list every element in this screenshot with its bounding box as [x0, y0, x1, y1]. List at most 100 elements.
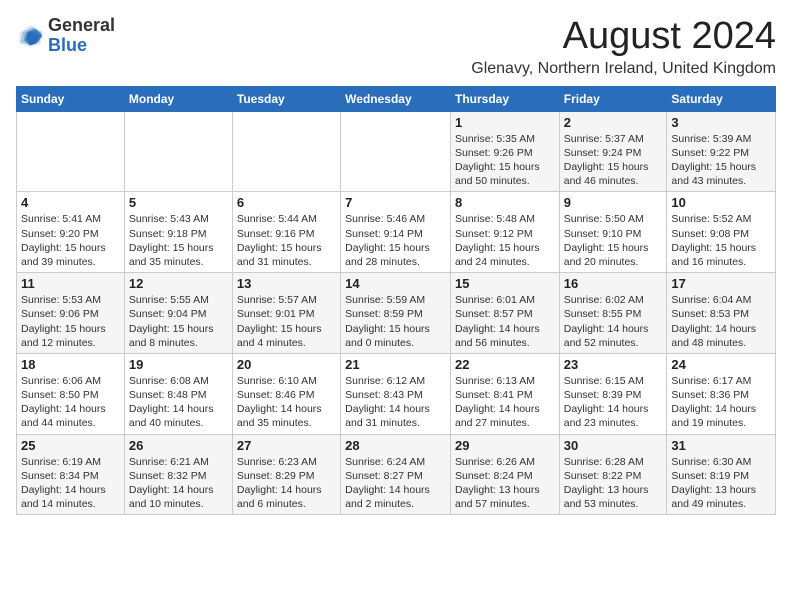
table-row: 20 Sunrise: 6:10 AM Sunset: 8:46 PM Dayli…	[232, 353, 340, 434]
table-row: 17 Sunrise: 6:04 AM Sunset: 8:53 PM Dayli…	[667, 273, 776, 354]
table-row: 11 Sunrise: 5:53 AM Sunset: 9:06 PM Dayli…	[17, 273, 125, 354]
table-row: 6Sunrise: 5:44 AM Sunset: 9:16 PM Daylig…	[232, 192, 340, 273]
table-row: 16 Sunrise: 6:02 AM Sunset: 8:55 PM Dayli…	[559, 273, 667, 354]
day-info: Sunrise: 6:08 AM Sunset: 8:48 PM Dayligh…	[129, 374, 228, 431]
day-info: Sunrise: 5:53 AM Sunset: 9:06 PM Dayligh…	[21, 293, 120, 350]
day-info: Sunrise: 5:37 AM Sunset: 9:24 PM Dayligh…	[564, 132, 663, 189]
day-number: 17	[671, 276, 771, 291]
day-number: 31	[671, 438, 771, 453]
day-info: Sunrise: 5:57 AM Sunset: 9:01 PM Dayligh…	[237, 293, 336, 350]
table-row: 5Sunrise: 5:43 AM Sunset: 9:18 PM Daylig…	[124, 192, 232, 273]
day-info: Sunrise: 6:12 AM Sunset: 8:43 PM Dayligh…	[345, 374, 446, 431]
day-number: 11	[21, 276, 120, 291]
day-number: 29	[455, 438, 555, 453]
col-saturday: Saturday	[667, 86, 776, 111]
day-number: 18	[21, 357, 120, 372]
day-number: 22	[455, 357, 555, 372]
table-row: 26 Sunrise: 6:21 AM Sunset: 8:32 PM Dayli…	[124, 434, 232, 515]
table-row: 8Sunrise: 5:48 AM Sunset: 9:12 PM Daylig…	[450, 192, 559, 273]
day-number: 12	[129, 276, 228, 291]
page: General Blue August 2024 Glenavy, Northe…	[0, 0, 792, 527]
calendar-table: Sunday Monday Tuesday Wednesday Thursday…	[16, 86, 776, 515]
day-number: 9	[564, 195, 663, 210]
day-number: 20	[237, 357, 336, 372]
day-info: Sunrise: 5:41 AM Sunset: 9:20 PM Dayligh…	[21, 212, 120, 269]
day-info: Sunrise: 5:44 AM Sunset: 9:16 PM Dayligh…	[237, 212, 336, 269]
day-info: Sunrise: 6:04 AM Sunset: 8:53 PM Dayligh…	[671, 293, 771, 350]
table-row: 10 Sunrise: 5:52 AM Sunset: 9:08 PM Dayli…	[667, 192, 776, 273]
table-row: 31 Sunrise: 6:30 AM Sunset: 8:19 PM Dayli…	[667, 434, 776, 515]
calendar-week-row: 25Sunrise: 6:19 AM Sunset: 8:34 PM Dayli…	[17, 434, 776, 515]
table-row: 25Sunrise: 6:19 AM Sunset: 8:34 PM Dayli…	[17, 434, 125, 515]
day-info: Sunrise: 5:35 AM Sunset: 9:26 PM Dayligh…	[455, 132, 555, 189]
table-row: 3Sunrise: 5:39 AM Sunset: 9:22 PM Daylig…	[667, 111, 776, 192]
table-row: 21 Sunrise: 6:12 AM Sunset: 8:43 PM Dayli…	[341, 353, 451, 434]
logo-text: General Blue	[48, 16, 115, 56]
table-row: 23 Sunrise: 6:15 AM Sunset: 8:39 PM Dayli…	[559, 353, 667, 434]
day-info: Sunrise: 6:30 AM Sunset: 8:19 PM Dayligh…	[671, 455, 771, 512]
day-number: 30	[564, 438, 663, 453]
table-row: 13 Sunrise: 5:57 AM Sunset: 9:01 PM Dayli…	[232, 273, 340, 354]
table-row	[17, 111, 125, 192]
day-number: 13	[237, 276, 336, 291]
day-number: 27	[237, 438, 336, 453]
table-row: 12 Sunrise: 5:55 AM Sunset: 9:04 PM Dayli…	[124, 273, 232, 354]
calendar-week-row: 4Sunrise: 5:41 AM Sunset: 9:20 PM Daylig…	[17, 192, 776, 273]
table-row: 22Sunrise: 6:13 AM Sunset: 8:41 PM Dayli…	[450, 353, 559, 434]
day-info: Sunrise: 6:10 AM Sunset: 8:46 PM Dayligh…	[237, 374, 336, 431]
day-number: 7	[345, 195, 446, 210]
month-title: August 2024	[471, 16, 776, 58]
col-monday: Monday	[124, 86, 232, 111]
day-info: Sunrise: 5:43 AM Sunset: 9:18 PM Dayligh…	[129, 212, 228, 269]
table-row: 1Sunrise: 5:35 AM Sunset: 9:26 PM Daylig…	[450, 111, 559, 192]
col-friday: Friday	[559, 86, 667, 111]
table-row: 18 Sunrise: 6:06 AM Sunset: 8:50 PM Dayli…	[17, 353, 125, 434]
day-number: 21	[345, 357, 446, 372]
day-info: Sunrise: 5:55 AM Sunset: 9:04 PM Dayligh…	[129, 293, 228, 350]
table-row	[124, 111, 232, 192]
day-number: 28	[345, 438, 446, 453]
day-info: Sunrise: 5:59 AM Sunset: 8:59 PM Dayligh…	[345, 293, 446, 350]
header: General Blue August 2024 Glenavy, Northe…	[16, 16, 776, 78]
table-row: 28Sunrise: 6:24 AM Sunset: 8:27 PM Dayli…	[341, 434, 451, 515]
table-row: 24 Sunrise: 6:17 AM Sunset: 8:36 PM Dayli…	[667, 353, 776, 434]
day-info: Sunrise: 6:01 AM Sunset: 8:57 PM Dayligh…	[455, 293, 555, 350]
col-thursday: Thursday	[450, 86, 559, 111]
day-number: 19	[129, 357, 228, 372]
table-row	[341, 111, 451, 192]
title-block: August 2024 Glenavy, Northern Ireland, U…	[471, 16, 776, 78]
day-info: Sunrise: 6:21 AM Sunset: 8:32 PM Dayligh…	[129, 455, 228, 512]
col-wednesday: Wednesday	[341, 86, 451, 111]
day-info: Sunrise: 6:06 AM Sunset: 8:50 PM Dayligh…	[21, 374, 120, 431]
day-number: 23	[564, 357, 663, 372]
day-number: 2	[564, 115, 663, 130]
day-number: 10	[671, 195, 771, 210]
day-number: 24	[671, 357, 771, 372]
day-info: Sunrise: 5:46 AM Sunset: 9:14 PM Dayligh…	[345, 212, 446, 269]
day-info: Sunrise: 5:39 AM Sunset: 9:22 PM Dayligh…	[671, 132, 771, 189]
day-number: 16	[564, 276, 663, 291]
day-info: Sunrise: 5:52 AM Sunset: 9:08 PM Dayligh…	[671, 212, 771, 269]
day-info: Sunrise: 6:26 AM Sunset: 8:24 PM Dayligh…	[455, 455, 555, 512]
table-row: 19 Sunrise: 6:08 AM Sunset: 8:48 PM Dayli…	[124, 353, 232, 434]
table-row: 14 Sunrise: 5:59 AM Sunset: 8:59 PM Dayli…	[341, 273, 451, 354]
logo-icon	[16, 22, 44, 50]
day-info: Sunrise: 5:50 AM Sunset: 9:10 PM Dayligh…	[564, 212, 663, 269]
table-row: 2 Sunrise: 5:37 AM Sunset: 9:24 PM Daylig…	[559, 111, 667, 192]
day-info: Sunrise: 5:48 AM Sunset: 9:12 PM Dayligh…	[455, 212, 555, 269]
day-info: Sunrise: 6:19 AM Sunset: 8:34 PM Dayligh…	[21, 455, 120, 512]
day-info: Sunrise: 6:23 AM Sunset: 8:29 PM Dayligh…	[237, 455, 336, 512]
day-number: 14	[345, 276, 446, 291]
day-info: Sunrise: 6:17 AM Sunset: 8:36 PM Dayligh…	[671, 374, 771, 431]
day-info: Sunrise: 6:02 AM Sunset: 8:55 PM Dayligh…	[564, 293, 663, 350]
table-row: 30Sunrise: 6:28 AM Sunset: 8:22 PM Dayli…	[559, 434, 667, 515]
calendar-week-row: 18 Sunrise: 6:06 AM Sunset: 8:50 PM Dayli…	[17, 353, 776, 434]
table-row: 29 Sunrise: 6:26 AM Sunset: 8:24 PM Dayli…	[450, 434, 559, 515]
location: Glenavy, Northern Ireland, United Kingdo…	[471, 60, 776, 78]
calendar-week-row: 1Sunrise: 5:35 AM Sunset: 9:26 PM Daylig…	[17, 111, 776, 192]
table-row: 7 Sunrise: 5:46 AM Sunset: 9:14 PM Daylig…	[341, 192, 451, 273]
table-row: 4Sunrise: 5:41 AM Sunset: 9:20 PM Daylig…	[17, 192, 125, 273]
day-number: 26	[129, 438, 228, 453]
calendar-week-row: 11 Sunrise: 5:53 AM Sunset: 9:06 PM Dayli…	[17, 273, 776, 354]
day-info: Sunrise: 6:15 AM Sunset: 8:39 PM Dayligh…	[564, 374, 663, 431]
